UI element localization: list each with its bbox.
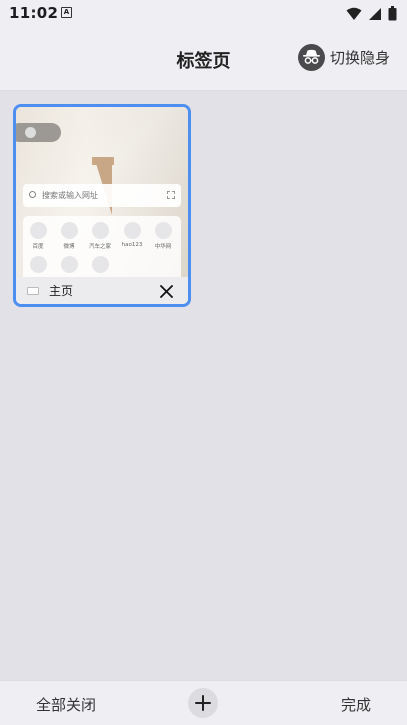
- status-bar: 11:02 A: [0, 0, 407, 28]
- tab-card[interactable]: 搜索或输入网址 百度 微博 汽车之家 hao123 中华网 主页: [13, 104, 191, 307]
- shortcut-item: 美团: [25, 256, 51, 277]
- incognito-toggle-button[interactable]: 切换隐身: [297, 44, 390, 71]
- shortcut-item: 淘宝: [87, 256, 113, 277]
- tab-thumbnail[interactable]: 搜索或输入网址 百度 微博 汽车之家 hao123 中华网: [16, 107, 188, 277]
- thumbnail-avatar: [16, 123, 61, 142]
- close-tab-button[interactable]: [156, 281, 176, 301]
- shortcut-item: 中华网: [150, 222, 176, 250]
- shortcut-item: 百度: [25, 222, 51, 250]
- tab-title: 主页: [49, 284, 74, 298]
- shortcut-item: 汽车之家: [87, 222, 113, 250]
- shortcut-label: 汽车之家: [88, 244, 111, 250]
- thumbnail-search-bar: 搜索或输入网址: [23, 184, 181, 207]
- signal-icon: [369, 7, 381, 20]
- close-icon: [159, 284, 173, 298]
- status-icons: [346, 6, 397, 21]
- incognito-icon: [297, 44, 325, 71]
- shortcut-icon: [60, 222, 78, 239]
- battery-icon: [388, 6, 397, 21]
- bottom-bar: 全部关闭 完成: [0, 680, 407, 725]
- done-button[interactable]: 完成: [341, 694, 371, 715]
- shortcut-item: 头条: [56, 256, 82, 277]
- notification-icon: A: [61, 7, 72, 18]
- shortcut-label: 百度: [32, 244, 44, 250]
- search-icon: [29, 191, 36, 198]
- shortcut-icon: [154, 222, 172, 239]
- thumbnail-shortcuts-panel: 百度 微博 汽车之家 hao123 中华网: [23, 216, 181, 277]
- new-tab-button[interactable]: [188, 688, 218, 718]
- status-time: 11:02: [9, 4, 59, 22]
- close-all-button[interactable]: 全部关闭: [36, 694, 96, 715]
- tab-title-bar: 主页: [16, 277, 188, 304]
- thumbnail-search-placeholder: 搜索或输入网址: [42, 191, 98, 200]
- shortcut-icon: [123, 222, 141, 239]
- tab-grid: 搜索或输入网址 百度 微博 汽车之家 hao123 中华网 主页: [0, 92, 407, 680]
- shortcut-item: hao123: [119, 222, 145, 248]
- wifi-icon: [346, 7, 362, 20]
- shortcut-label: 中华网: [154, 244, 172, 250]
- shortcut-icon: [29, 222, 47, 239]
- shortcut-icon: [91, 256, 109, 273]
- shortcut-label: 微博: [63, 244, 75, 250]
- favicon-icon: [27, 287, 39, 295]
- incognito-label: 切换隐身: [329, 49, 390, 67]
- scan-icon: [167, 191, 175, 199]
- shortcut-label: hao123: [121, 242, 143, 248]
- shortcut-item: 微博: [56, 222, 82, 250]
- header: 标签页 切换隐身: [0, 28, 407, 91]
- shortcut-icon: [60, 256, 78, 273]
- shortcut-icon: [91, 222, 109, 239]
- shortcut-icon: [29, 256, 47, 273]
- plus-icon: [195, 695, 211, 711]
- avatar-icon: [25, 127, 36, 138]
